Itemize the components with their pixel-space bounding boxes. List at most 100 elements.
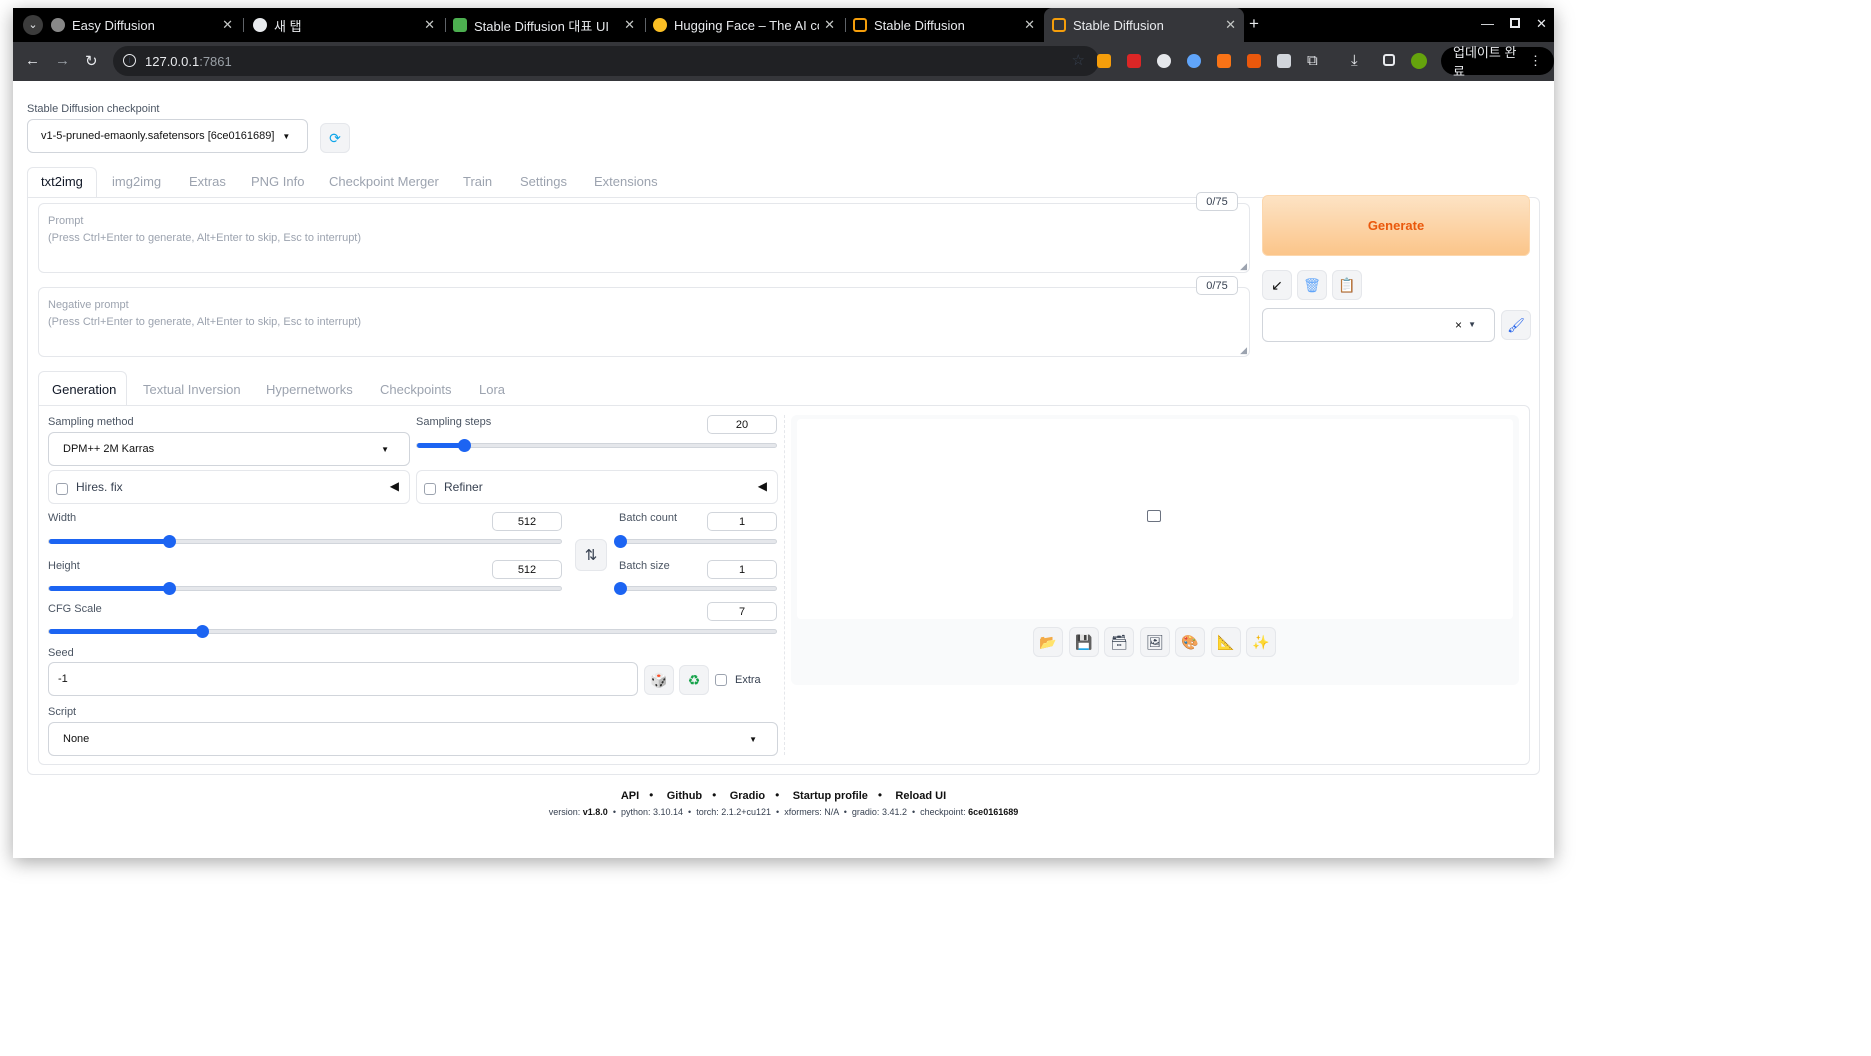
browser-tab-1[interactable]: Easy Diffusion ✕ <box>51 8 241 42</box>
collapse-triangle-icon[interactable]: ◀ <box>758 479 767 493</box>
tab-train[interactable]: Train <box>463 174 492 189</box>
tab-settings[interactable]: Settings <box>520 174 567 189</box>
resize-handle-icon[interactable]: ◢ <box>1240 261 1247 272</box>
collapse-triangle-icon[interactable]: ◀ <box>390 479 399 493</box>
extension-icon[interactable] <box>1157 54 1171 68</box>
footer-link-gradio[interactable]: Gradio <box>730 790 765 802</box>
maximize-icon[interactable] <box>1510 18 1520 28</box>
close-tab-icon[interactable]: ✕ <box>1024 17 1035 33</box>
slider-thumb[interactable] <box>614 582 627 595</box>
minimize-icon[interactable]: — <box>1481 16 1494 31</box>
extension-icon[interactable] <box>1127 54 1141 68</box>
side-panel-icon[interactable] <box>1383 54 1395 66</box>
save-icon[interactable]: 💾 <box>1069 627 1099 657</box>
subtab-generation[interactable]: Generation <box>52 382 116 397</box>
send-to-extras-ruler-icon[interactable]: 📐 <box>1211 627 1241 657</box>
tab-img2img[interactable]: img2img <box>112 174 161 189</box>
refiner-checkbox[interactable] <box>424 483 436 495</box>
seed-input[interactable]: -1 <box>48 662 638 696</box>
swap-dimensions-icon[interactable]: ⇅ <box>575 539 607 571</box>
batch-size-slider[interactable] <box>614 582 777 595</box>
batch-count-slider[interactable] <box>614 535 777 548</box>
batch-size-number[interactable]: 1 <box>707 560 777 579</box>
batch-count-number[interactable]: 1 <box>707 512 777 531</box>
folder-icon[interactable]: 📂 <box>1033 627 1063 657</box>
footer-link-api[interactable]: API <box>621 790 639 802</box>
slider-thumb[interactable] <box>457 439 471 452</box>
tab-search-icon[interactable]: ⌄ <box>23 15 43 35</box>
close-tab-icon[interactable]: ✕ <box>624 17 635 33</box>
hires-fix-accordion[interactable]: Hires. fix ◀ <box>48 470 410 504</box>
clear-styles-icon[interactable]: × <box>1455 318 1462 332</box>
send-to-img2img-icon[interactable]: 🖼 <box>1140 627 1170 657</box>
tab-png-info[interactable]: PNG Info <box>251 174 304 189</box>
extension-icon[interactable] <box>1187 54 1201 68</box>
hires-fix-checkbox[interactable] <box>56 483 68 495</box>
window-close-icon[interactable]: ✕ <box>1536 16 1547 32</box>
download-icon[interactable]: ⤓ <box>1351 52 1358 69</box>
tab-extras[interactable]: Extras <box>189 174 226 189</box>
styles-dropdown[interactable]: × ▼ <box>1262 308 1495 342</box>
width-slider[interactable] <box>48 535 562 548</box>
bookmark-star-icon[interactable]: ☆ <box>1072 51 1085 69</box>
height-number[interactable]: 512 <box>492 560 562 579</box>
close-tab-icon[interactable]: ✕ <box>1225 17 1236 33</box>
refresh-checkpoint-button[interactable]: ⟳ <box>320 123 350 153</box>
reload-icon[interactable]: ↻ <box>85 52 98 70</box>
cfg-scale-slider[interactable] <box>48 625 777 638</box>
sampling-steps-number[interactable]: 20 <box>707 415 777 434</box>
site-info-icon[interactable]: i <box>123 54 136 67</box>
extra-seed-checkbox[interactable] <box>715 674 727 686</box>
close-tab-icon[interactable]: ✕ <box>222 17 233 33</box>
subtab-checkpoints[interactable]: Checkpoints <box>380 382 452 397</box>
zip-icon[interactable]: 🗃 <box>1104 627 1134 657</box>
browser-tab-4[interactable]: Hugging Face – The AI co ✕ <box>653 8 843 42</box>
refiner-accordion[interactable]: Refiner ◀ <box>416 470 778 504</box>
sampling-method-dropdown[interactable]: DPM++ 2M Karras ▼ <box>48 432 410 466</box>
clipboard-icon[interactable]: 📋 <box>1332 270 1362 300</box>
subtab-hypernetworks[interactable]: Hypernetworks <box>266 382 353 397</box>
footer-link-startup-profile[interactable]: Startup profile <box>793 790 868 802</box>
forward-icon[interactable]: → <box>55 52 70 69</box>
generate-button[interactable]: Generate <box>1262 195 1530 256</box>
extension-icon[interactable] <box>1097 54 1111 68</box>
subtab-textual-inversion[interactable]: Textual Inversion <box>143 382 241 397</box>
browser-tab-6-active[interactable]: Stable Diffusion ✕ <box>1044 8 1244 42</box>
extension-icon[interactable] <box>1277 54 1291 68</box>
extension-icon[interactable] <box>1217 54 1231 68</box>
subtab-lora[interactable]: Lora <box>479 382 505 397</box>
tab-txt2img[interactable]: txt2img <box>41 174 83 189</box>
reuse-seed-recycle-icon[interactable]: ♻ <box>679 665 709 695</box>
trash-icon[interactable]: 🗑 <box>1297 270 1327 300</box>
slider-thumb[interactable] <box>614 535 627 548</box>
height-slider[interactable] <box>48 582 562 595</box>
script-dropdown[interactable]: None ▼ <box>48 722 778 756</box>
send-to-inpaint-palette-icon[interactable]: 🎨 <box>1175 627 1205 657</box>
update-button[interactable]: 업데이트 완료 ⋮ <box>1441 45 1554 79</box>
brush-icon[interactable]: 🖌 <box>1501 310 1531 340</box>
footer-link-reload-ui[interactable]: Reload UI <box>895 790 946 802</box>
sampling-steps-slider[interactable] <box>416 439 777 452</box>
extensions-puzzle-icon[interactable]: ⧉ <box>1307 52 1318 69</box>
back-icon[interactable]: ← <box>25 52 40 69</box>
random-seed-dice-icon[interactable]: 🎲 <box>644 665 674 695</box>
width-number[interactable]: 512 <box>492 512 562 531</box>
browser-tab-2[interactable]: 새 탭 ✕ <box>253 8 443 42</box>
prompt-textarea[interactable]: Prompt (Press Ctrl+Enter to generate, Al… <box>38 203 1250 273</box>
tab-checkpoint-merger[interactable]: Checkpoint Merger <box>329 174 439 189</box>
tab-extensions[interactable]: Extensions <box>594 174 658 189</box>
new-tab-button[interactable]: + <box>1249 14 1259 34</box>
close-tab-icon[interactable]: ✕ <box>424 17 435 33</box>
browser-tab-3[interactable]: Stable Diffusion 대표 UI ✕ <box>453 8 643 42</box>
profile-avatar[interactable] <box>1411 53 1427 69</box>
address-bar[interactable]: i 127.0.0.1:7861 ☆ <box>113 46 1099 76</box>
read-params-arrow-icon[interactable]: ↙ <box>1262 270 1292 300</box>
cfg-scale-number[interactable]: 7 <box>707 602 777 621</box>
resize-handle-icon[interactable]: ◢ <box>1240 345 1247 356</box>
negative-prompt-textarea[interactable]: Negative prompt (Press Ctrl+Enter to gen… <box>38 287 1250 357</box>
metamask-icon[interactable] <box>1247 54 1261 68</box>
footer-link-github[interactable]: Github <box>667 790 702 802</box>
browser-tab-5[interactable]: Stable Diffusion ✕ <box>853 8 1043 42</box>
slider-thumb[interactable] <box>195 625 209 638</box>
close-tab-icon[interactable]: ✕ <box>824 17 835 33</box>
